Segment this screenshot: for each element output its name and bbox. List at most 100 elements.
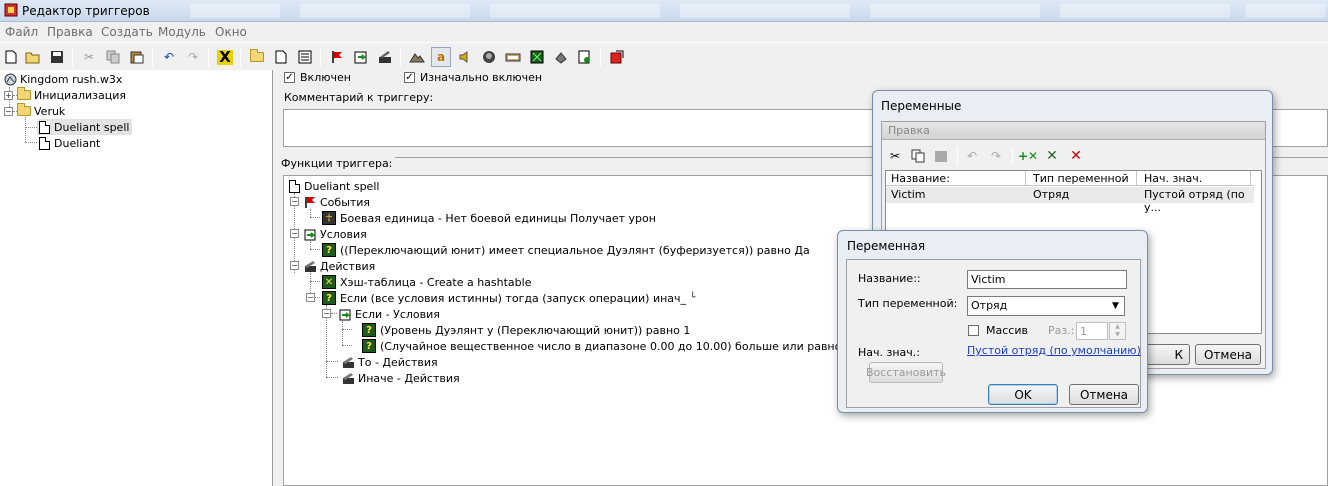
collapse-icon[interactable]: − <box>290 197 299 206</box>
new-variable-icon[interactable]: +✕ <box>1018 146 1038 166</box>
initially-on-checkbox[interactable]: ✓ <box>404 72 415 83</box>
new-comment-icon[interactable] <box>295 47 315 67</box>
name-input[interactable]: Victim <box>967 270 1127 289</box>
event-row[interactable]: ☥ Боевая единица - Нет боевой единицы По… <box>322 210 656 226</box>
type-value: Отряд <box>971 299 1008 312</box>
redo-icon[interactable]: ↷ <box>986 146 1006 166</box>
toolbar-separator <box>400 48 401 66</box>
array-checkbox[interactable] <box>968 325 979 336</box>
menu-module[interactable]: Модуль <box>158 25 206 39</box>
import-icon[interactable] <box>503 47 523 67</box>
then-label: То - Действия <box>358 355 438 369</box>
initial-value-link[interactable]: Пустой отряд (по умолчанию) <box>967 344 1141 357</box>
tree-connector <box>331 313 337 314</box>
redo-icon[interactable]: ↷ <box>183 47 203 67</box>
table-row[interactable]: Victim Отряд Пустой отряд (по у... <box>886 187 1254 214</box>
trigger-root[interactable]: Dueliant spell <box>287 178 379 194</box>
collapse-icon[interactable]: − <box>290 229 299 238</box>
if-conditions-node[interactable]: Если - Условия <box>338 306 440 322</box>
events-node[interactable]: События <box>303 194 370 210</box>
cut-icon[interactable]: ✂ <box>885 146 905 166</box>
hashtable-icon: ✕ <box>322 275 336 289</box>
tree-item-initialization[interactable]: Инициализация <box>17 87 126 103</box>
open-folder-icon <box>17 103 31 118</box>
type-select[interactable]: Отряд ▼ <box>967 296 1125 316</box>
sound-icon[interactable] <box>455 47 475 67</box>
run-icon[interactable] <box>607 47 627 67</box>
menu-window[interactable]: Окно <box>215 25 247 39</box>
actions-node[interactable]: Действия <box>303 258 375 274</box>
size-input[interactable]: 1 <box>1076 322 1108 340</box>
new-action-icon[interactable] <box>375 47 395 67</box>
copy-icon[interactable] <box>103 47 123 67</box>
cancel-button[interactable]: Отмена <box>1195 344 1261 365</box>
collapse-icon[interactable]: − <box>306 293 315 302</box>
events-label: События <box>320 195 371 209</box>
undo-icon[interactable]: ↶ <box>962 146 982 166</box>
new-condition-icon[interactable] <box>351 47 371 67</box>
trigger-doc-icon <box>37 136 51 150</box>
restore-label: Восстановить <box>866 366 946 379</box>
tree-connector <box>326 361 338 362</box>
delete-icon[interactable]: X <box>215 47 235 67</box>
column-header-type[interactable]: Тип переменной <box>1033 172 1129 185</box>
variables-icon[interactable] <box>527 47 547 67</box>
column-header-name[interactable]: Название: <box>891 172 950 185</box>
new-category-icon[interactable] <box>247 47 267 67</box>
edit-variable-icon[interactable]: ✕ <box>1042 146 1062 166</box>
enabled-checkbox[interactable]: ✓ <box>284 72 295 83</box>
collapse-icon[interactable]: − <box>322 309 331 318</box>
cut-icon[interactable]: ✂ <box>79 47 99 67</box>
collapse-icon[interactable]: − <box>290 261 299 270</box>
trigger-doc-icon <box>37 120 51 134</box>
row-type: Отряд <box>1033 188 1070 201</box>
expand-icon[interactable]: + <box>4 91 13 100</box>
tree-item-dueliant[interactable]: Dueliant <box>37 135 100 151</box>
window-title: Редактор триггеров <box>22 4 150 18</box>
menu-create[interactable]: Создать <box>101 25 153 39</box>
action-clapper-icon <box>303 259 317 273</box>
paste-icon[interactable] <box>931 146 951 166</box>
conditions-node[interactable]: Условия <box>303 226 367 242</box>
toolbar-separator <box>208 48 209 66</box>
paste-icon[interactable] <box>127 47 147 67</box>
trigger-name: Dueliant spell <box>304 179 380 193</box>
module-icon[interactable] <box>575 47 595 67</box>
undo-icon[interactable]: ↶ <box>159 47 179 67</box>
tree-connector <box>310 241 311 249</box>
delete-variable-icon[interactable]: ✕ <box>1066 146 1086 166</box>
new-icon[interactable] <box>1 47 21 67</box>
save-icon[interactable] <box>47 47 67 67</box>
tree-connector <box>315 297 320 298</box>
condition-arrow-icon <box>303 227 317 241</box>
copy-icon[interactable] <box>908 146 928 166</box>
collapse-icon[interactable]: − <box>4 107 13 116</box>
condition-row[interactable]: ? (Случайное вещественное число в диапаз… <box>362 338 869 354</box>
then-actions-node[interactable]: То - Действия <box>341 354 438 370</box>
edit-group-header: Правка <box>882 122 1265 140</box>
action-row[interactable]: ✕ Хэш-таблица - Create a hashtable <box>322 274 531 290</box>
trigger-doc-icon <box>287 179 301 193</box>
else-actions-node[interactable]: Иначе - Действия <box>341 370 460 386</box>
new-event-icon[interactable] <box>327 47 347 67</box>
ok-button[interactable]: OK <box>988 384 1058 405</box>
if-then-else-row[interactable]: ? Если (все условия истинны) тогда (запу… <box>322 290 695 306</box>
object-icon[interactable]: a <box>431 47 451 67</box>
test-map-icon[interactable] <box>551 47 571 67</box>
menu-edit[interactable]: Правка <box>47 25 93 39</box>
cursor-glyph: └ <box>690 293 696 303</box>
tree-root[interactable]: Kingdom rush.w3x <box>3 71 122 87</box>
open-icon[interactable] <box>23 47 43 67</box>
condition-row[interactable]: ? ((Переключающий юнит) имеет специально… <box>322 242 810 258</box>
cancel-button[interactable]: Отмена <box>1069 384 1139 405</box>
terrain-icon[interactable] <box>407 47 427 67</box>
tree-item-dueliant-spell[interactable]: Dueliant spell <box>37 119 133 135</box>
size-spinner[interactable]: ▲ ▼ <box>1109 322 1126 340</box>
new-trigger-icon[interactable] <box>271 47 291 67</box>
ai-icon[interactable] <box>479 47 499 67</box>
tree-connector <box>342 321 343 345</box>
column-header-initial[interactable]: Нач. знач. <box>1144 172 1202 185</box>
restore-button[interactable]: Восстановить <box>866 362 946 383</box>
menu-file[interactable]: Файл <box>5 25 38 39</box>
condition-row[interactable]: ? (Уровень Дуэлянт у (Переключающий юнит… <box>362 322 690 338</box>
